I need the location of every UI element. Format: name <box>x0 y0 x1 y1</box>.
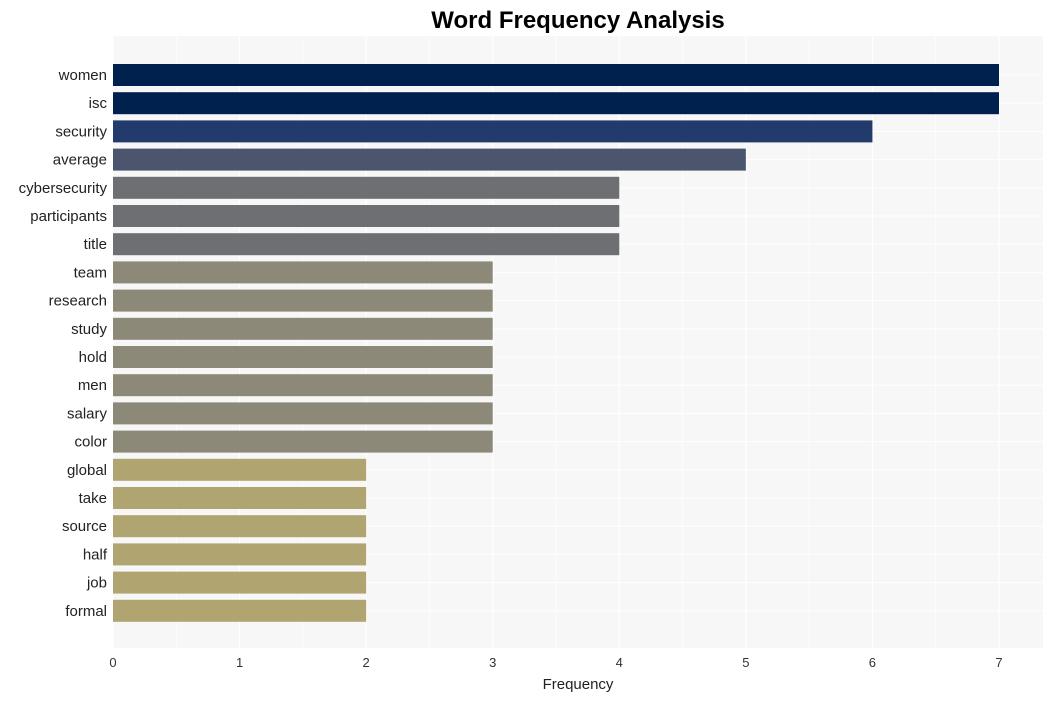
y-label-isc: isc <box>89 95 108 112</box>
bar-men <box>113 374 493 397</box>
bar-security <box>113 120 873 143</box>
bar-global <box>113 458 367 481</box>
y-label-average: average <box>53 152 107 169</box>
bar-team <box>113 261 493 284</box>
bar-title <box>113 233 620 256</box>
bar-take <box>113 487 367 509</box>
chart-title: Word Frequency Analysis <box>431 7 724 34</box>
bar-women <box>113 64 999 86</box>
x-tick-label: 5 <box>742 655 749 670</box>
bar-job <box>113 571 367 594</box>
y-axis-labels: women isc security average cybersecurity part… <box>19 67 108 620</box>
bar-salary <box>113 402 493 425</box>
y-label-global: global <box>67 462 107 479</box>
word-frequency-chart: women isc security average cybersecurity part… <box>19 7 1043 693</box>
bar-hold <box>113 346 493 368</box>
y-label-formal: formal <box>65 603 107 620</box>
y-label-salary: salary <box>67 405 108 422</box>
y-label-source: source <box>62 518 107 535</box>
bar-study <box>113 317 493 340</box>
y-label-title: title <box>84 236 107 253</box>
y-label-research: research <box>49 293 107 310</box>
y-label-team: team <box>74 264 107 281</box>
y-label-hold: hold <box>79 349 107 366</box>
x-tick-label: 0 <box>109 655 116 670</box>
bar-source <box>113 515 367 538</box>
x-axis-label: Frequency <box>543 676 614 693</box>
bar-formal <box>113 599 367 622</box>
y-label-take: take <box>79 490 107 507</box>
x-axis-ticks: 0 1 2 3 4 5 6 7 <box>109 655 1002 670</box>
bar-isc <box>113 92 999 115</box>
y-label-half: half <box>83 546 108 563</box>
bar-cybersecurity <box>113 176 620 199</box>
x-tick-label: 6 <box>869 655 876 670</box>
x-tick-label: 2 <box>363 655 370 670</box>
bar-color <box>113 430 493 453</box>
bar-research <box>113 289 493 312</box>
y-label-cybersecurity: cybersecurity <box>19 180 108 197</box>
y-label-color: color <box>74 434 107 451</box>
x-tick-label: 4 <box>616 655 623 670</box>
bar-participants <box>113 205 620 227</box>
x-tick-label: 1 <box>236 655 243 670</box>
x-tick-label: 3 <box>489 655 496 670</box>
bar-half <box>113 543 367 566</box>
y-label-security: security <box>55 123 107 140</box>
y-label-men: men <box>78 377 107 394</box>
y-label-study: study <box>71 321 107 338</box>
x-tick-label: 7 <box>995 655 1002 670</box>
y-label-participants: participants <box>30 208 107 225</box>
y-label-women: women <box>58 67 107 84</box>
y-label-job: job <box>86 575 107 592</box>
bar-average <box>113 148 746 171</box>
